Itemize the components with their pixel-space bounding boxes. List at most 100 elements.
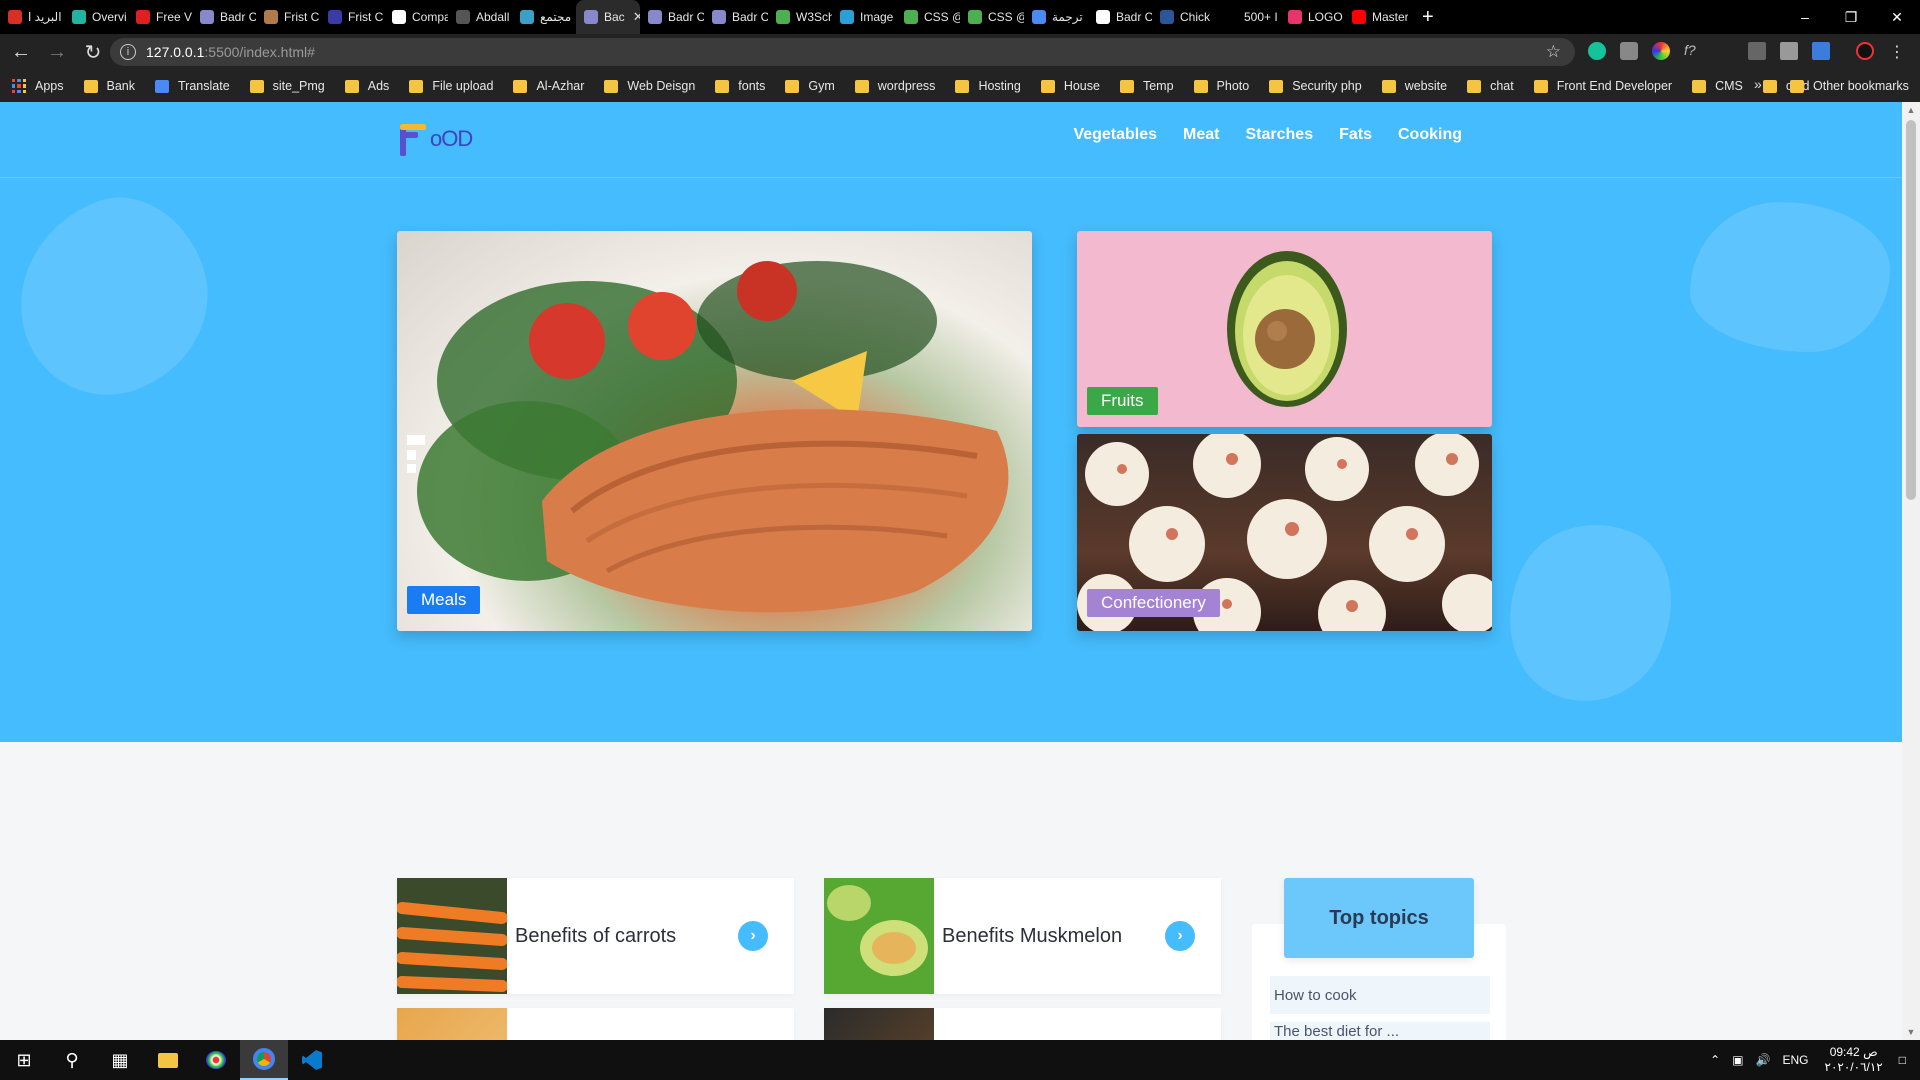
browser-tab[interactable]: Abdall	[448, 0, 512, 34]
browser-tab[interactable]: CSS @	[960, 0, 1024, 34]
bookmark-folder[interactable]: CMS	[1692, 79, 1743, 93]
bookmark-folder[interactable]: Security php	[1269, 79, 1362, 93]
bookmark-folder[interactable]: Web Deisgn	[604, 79, 695, 93]
volume-icon[interactable]: 🔊	[1756, 1053, 1771, 1067]
browser-tab[interactable]: Overvi	[64, 0, 128, 34]
bookmark-folder[interactable]: Hosting	[955, 79, 1021, 93]
font-extension-icon[interactable]: f?	[1684, 42, 1702, 60]
bookmark-folder[interactable]: Translate	[155, 79, 230, 93]
bookmark-folder[interactable]: website	[1381, 79, 1447, 93]
bookmark-folder[interactable]: File upload	[409, 79, 493, 93]
confectionery-tag[interactable]: Confectionery	[1087, 589, 1220, 617]
minimize-button[interactable]: –	[1782, 9, 1828, 25]
other-bookmarks-folder[interactable]: Other bookmarks	[1790, 70, 1909, 102]
browser-menu-icon[interactable]: ⋮	[1888, 42, 1906, 61]
address-bar[interactable]: i 127.0.0.1:5500/index.html# ☆	[110, 38, 1575, 66]
gear-extension-icon[interactable]	[1620, 42, 1638, 60]
meals-tag[interactable]: Meals	[407, 586, 481, 614]
cast-extension-icon[interactable]	[1748, 42, 1766, 60]
clock[interactable]: 09:42 ص ٢٠٢٠/٠٦/١٢	[1825, 1045, 1883, 1075]
browser-tab[interactable]: مجتمع	[512, 0, 576, 34]
bookmark-folder[interactable]: wordpress	[854, 79, 935, 93]
bookmark-folder[interactable]: Al-Azhar	[513, 79, 584, 93]
browser-tab[interactable]: CSS @	[896, 0, 960, 34]
apps-shortcut[interactable]: Apps	[12, 79, 64, 93]
download-extension-icon[interactable]	[1812, 42, 1830, 60]
browser-tab[interactable]: ترجمة	[1024, 0, 1088, 34]
bookmark-folder[interactable]: site_Pmg	[249, 79, 325, 93]
windows-start-icon[interactable]: ⊞	[0, 1040, 48, 1080]
page-scrollbar[interactable]: ▲ ▼	[1902, 102, 1920, 1040]
close-window-button[interactable]: ✕	[1874, 9, 1920, 26]
chevron-right-icon[interactable]: ›	[738, 921, 768, 951]
browser-tab[interactable]: Frist C	[320, 0, 384, 34]
confectionery-card[interactable]: Confectionery	[1077, 434, 1492, 631]
browser-tab[interactable]: Badr C	[640, 0, 704, 34]
restore-button[interactable]: ❐	[1828, 9, 1874, 26]
task-view-icon[interactable]: ▦	[96, 1040, 144, 1080]
bookmark-folder[interactable]: Ads	[344, 79, 389, 93]
bookmark-folder[interactable]: Front End Developer	[1533, 79, 1672, 93]
bookmark-folder[interactable]: fonts	[715, 79, 765, 93]
nav-link-starches[interactable]: Starches	[1246, 126, 1314, 144]
site-info-icon[interactable]: i	[120, 44, 136, 60]
topic-link[interactable]: The best diet for ...	[1270, 1022, 1490, 1040]
scroll-up-arrow-icon[interactable]: ▲	[1902, 102, 1920, 118]
tab-close-icon[interactable]: ✕	[633, 9, 640, 25]
screenshot-extension-icon[interactable]	[1780, 42, 1798, 60]
slider-handle-small[interactable]	[407, 464, 416, 473]
fruits-tag[interactable]: Fruits	[1087, 387, 1158, 415]
nav-link-fats[interactable]: Fats	[1339, 126, 1372, 144]
post-card[interactable]: Benefits of carrots ›	[397, 878, 794, 994]
browser-tab[interactable]: Bac ✕	[576, 0, 640, 34]
new-tab-button[interactable]: +	[1408, 6, 1448, 29]
browser-tab[interactable]: Badr C	[1088, 0, 1152, 34]
browser-tab[interactable]: Frist C	[256, 0, 320, 34]
topic-link[interactable]: How to cook	[1270, 976, 1490, 1014]
bookmark-folder[interactable]: Gym	[785, 79, 835, 93]
notifications-icon[interactable]: □	[1899, 1053, 1906, 1067]
paint-app-icon[interactable]	[192, 1040, 240, 1080]
nav-link-cooking[interactable]: Cooking	[1398, 126, 1462, 144]
reload-button[interactable]: ↻	[78, 37, 108, 67]
browser-tab[interactable]: Compa	[384, 0, 448, 34]
post-title[interactable]: Benefits of carrots	[515, 925, 738, 948]
vscode-app-icon[interactable]	[288, 1040, 336, 1080]
fruits-card[interactable]: Fruits	[1077, 231, 1492, 427]
tray-overflow-icon[interactable]: ⌃	[1710, 1053, 1720, 1067]
meals-card[interactable]: Meals	[397, 231, 1032, 631]
bookmark-folder[interactable]: Photo	[1193, 79, 1249, 93]
post-title[interactable]: Benefits Muskmelon	[942, 925, 1165, 948]
nav-link-meat[interactable]: Meat	[1183, 126, 1219, 144]
browser-tab[interactable]: Master	[1344, 0, 1408, 34]
file-explorer-icon[interactable]	[144, 1040, 192, 1080]
grammarly-extension-icon[interactable]	[1588, 42, 1606, 60]
nav-link-vegetables[interactable]: Vegetables	[1073, 126, 1157, 144]
profile-avatar[interactable]	[1856, 42, 1874, 60]
search-icon[interactable]: ⚲	[48, 1040, 96, 1080]
color-picker-extension-icon[interactable]	[1652, 42, 1670, 60]
slider-handle[interactable]	[407, 435, 425, 445]
slider-handle-small[interactable]	[407, 450, 416, 460]
post-card[interactable]	[397, 1008, 794, 1040]
browser-tab[interactable]: البريد ا	[0, 0, 64, 34]
back-button[interactable]: ←	[6, 37, 36, 67]
forward-button[interactable]: →	[42, 37, 72, 67]
site-logo[interactable]: oOD	[398, 122, 473, 158]
post-card[interactable]	[824, 1008, 1221, 1040]
bookmarks-overflow-button[interactable]: »	[1754, 76, 1762, 92]
chrome-app-icon[interactable]	[240, 1040, 288, 1080]
browser-tab[interactable]: W3Sch	[768, 0, 832, 34]
bookmark-star-icon[interactable]: ☆	[1546, 42, 1561, 62]
bookmark-folder[interactable]: Temp	[1119, 79, 1174, 93]
chevron-right-icon[interactable]: ›	[1165, 921, 1195, 951]
scrollbar-thumb[interactable]	[1906, 120, 1916, 500]
browser-tab[interactable]: Image	[832, 0, 896, 34]
bookmark-folder[interactable]: chat	[1467, 79, 1514, 93]
browser-tab[interactable]: Free Vi	[128, 0, 192, 34]
network-icon[interactable]: ▣	[1732, 1053, 1743, 1067]
bookmark-folder[interactable]: Bank	[83, 79, 135, 93]
browser-tab[interactable]: Badr C	[192, 0, 256, 34]
browser-tab[interactable]: 500+ I	[1216, 0, 1280, 34]
post-card[interactable]: Benefits Muskmelon ›	[824, 878, 1221, 994]
